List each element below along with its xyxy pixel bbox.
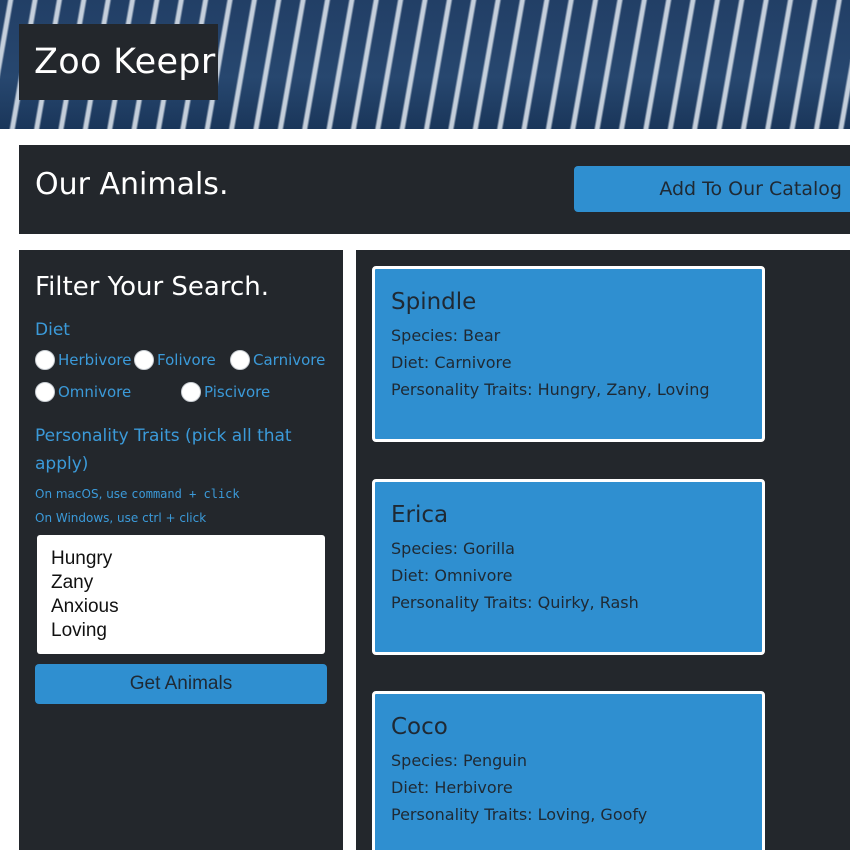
diet-option-label: Carnivore bbox=[253, 351, 326, 369]
brand-title[interactable]: Zoo Keepr bbox=[19, 24, 218, 100]
animal-diet: Diet: Carnivore bbox=[391, 353, 512, 372]
animal-diet: Diet: Omnivore bbox=[391, 566, 513, 585]
animal-card-coco: Coco Species: Penguin Diet: Herbivore Pe… bbox=[372, 691, 765, 850]
hint-macos-text: On macOS, use bbox=[35, 487, 132, 501]
animal-species: Species: Penguin bbox=[391, 751, 527, 770]
trait-option-anxious[interactable]: Anxious bbox=[51, 595, 311, 619]
trait-option-hungry[interactable]: Hungry bbox=[51, 547, 311, 571]
animal-traits: Personality Traits: Hungry, Zany, Loving bbox=[391, 380, 710, 399]
traits-multiselect[interactable]: Hungry Zany Anxious Loving bbox=[37, 535, 325, 654]
filter-panel: Filter Your Search. Diet Herbivore Foliv… bbox=[19, 250, 343, 850]
animals-header: Our Animals. Add To Our Catalog bbox=[19, 145, 850, 234]
animal-name: Spindle bbox=[391, 289, 477, 315]
trait-option-zany[interactable]: Zany bbox=[51, 571, 311, 595]
diet-radio-carnivore[interactable]: Carnivore bbox=[230, 350, 325, 370]
hero-banner: Zoo Keepr bbox=[0, 0, 850, 129]
radio-circle-icon[interactable] bbox=[181, 382, 201, 402]
diet-radio-folivore[interactable]: Folivore bbox=[134, 350, 216, 370]
diet-option-label: Herbivore bbox=[58, 351, 132, 369]
diet-option-label: Piscivore bbox=[204, 383, 271, 401]
filter-title: Filter Your Search. bbox=[35, 272, 270, 302]
hint-windows: On Windows, use ctrl + click bbox=[35, 511, 207, 525]
diet-option-label: Omnivore bbox=[58, 383, 132, 401]
diet-option-label: Folivore bbox=[157, 351, 216, 369]
animal-species: Species: Bear bbox=[391, 326, 501, 345]
animal-name: Erica bbox=[391, 502, 449, 528]
animal-traits: Personality Traits: Loving, Goofy bbox=[391, 805, 648, 824]
animal-traits: Personality Traits: Quirky, Rash bbox=[391, 593, 639, 612]
get-animals-button[interactable]: Get Animals bbox=[35, 664, 327, 704]
animal-name: Coco bbox=[391, 714, 448, 740]
animal-species: Species: Gorilla bbox=[391, 539, 515, 558]
trait-option-loving[interactable]: Loving bbox=[51, 619, 311, 643]
radio-circle-icon[interactable] bbox=[230, 350, 250, 370]
add-to-catalog-button[interactable]: Add To Our Catalog bbox=[574, 166, 850, 212]
page-title: Our Animals. bbox=[35, 167, 229, 202]
animal-card-erica: Erica Species: Gorilla Diet: Omnivore Pe… bbox=[372, 479, 765, 655]
hint-macos-shortcut: command + click bbox=[131, 487, 240, 501]
hint-macos: On macOS, use command + click bbox=[35, 487, 240, 501]
animal-diet: Diet: Herbivore bbox=[391, 778, 513, 797]
animal-results: Spindle Species: Bear Diet: Carnivore Pe… bbox=[356, 250, 850, 850]
diet-radio-piscivore[interactable]: Piscivore bbox=[181, 382, 270, 402]
diet-radio-herbivore[interactable]: Herbivore bbox=[35, 350, 131, 370]
animal-card-spindle: Spindle Species: Bear Diet: Carnivore Pe… bbox=[372, 266, 765, 442]
traits-label: Personality Traits (pick all that apply) bbox=[35, 426, 292, 474]
diet-radio-omnivore[interactable]: Omnivore bbox=[35, 382, 131, 402]
radio-circle-icon[interactable] bbox=[35, 382, 55, 402]
radio-circle-icon[interactable] bbox=[134, 350, 154, 370]
diet-label: Diet bbox=[35, 320, 70, 340]
radio-circle-icon[interactable] bbox=[35, 350, 55, 370]
